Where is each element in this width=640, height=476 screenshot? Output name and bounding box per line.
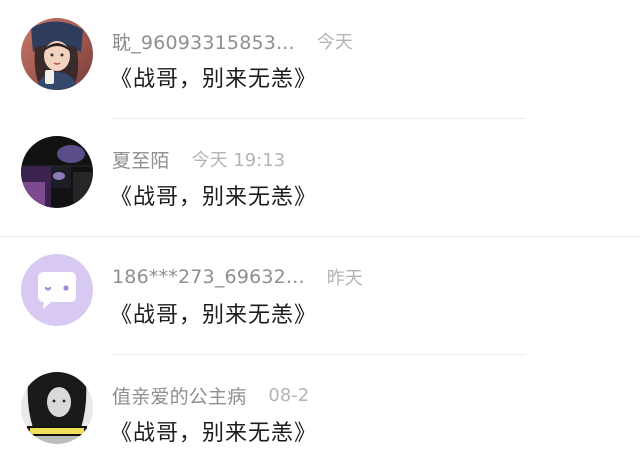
comment-text: 《战哥，别来无恙》 <box>110 421 318 446</box>
username[interactable]: 耽_96093315853... <box>112 28 295 55</box>
comment-text: 《战哥，别来无恙》 <box>110 185 318 210</box>
comment-meta: 耽_96093315853... 今天 <box>112 26 353 56</box>
comment-meta: 186***273_69632... 昨天 <box>112 262 363 292</box>
comment-meta: 值亲爱的公主病 08-2 <box>112 380 309 410</box>
avatar-monochrome-photo-icon <box>21 372 93 444</box>
timestamp: 今天 19:13 <box>191 150 286 171</box>
avatar-dark-photo-icon <box>21 136 93 208</box>
avatar[interactable] <box>21 136 93 208</box>
chat-bubble-icon <box>21 254 93 326</box>
comment-text: 《战哥，别来无恙》 <box>110 67 318 92</box>
timestamp: 昨天 <box>326 268 363 289</box>
comment-item[interactable]: 值亲爱的公主病 08-2 《战哥，别来无恙》 <box>0 358 640 476</box>
avatar[interactable] <box>21 254 93 326</box>
timestamp: 08-2 <box>268 384 310 406</box>
divider <box>0 236 640 237</box>
avatar[interactable] <box>21 372 93 444</box>
timestamp: 今天 <box>316 32 353 53</box>
avatar-girl-illustration-icon <box>21 18 93 90</box>
comment-item[interactable]: 夏至陌 今天 19:13 《战哥，别来无恙》 <box>0 122 640 240</box>
comment-text: 《战哥，别来无恙》 <box>110 303 318 328</box>
comment-feed: 耽_96093315853... 今天 《战哥，别来无恙》 夏至陌 今天 19:… <box>0 0 640 476</box>
comment-meta: 夏至陌 今天 19:13 <box>112 144 285 174</box>
divider <box>112 354 526 355</box>
username[interactable]: 186***273_69632... <box>112 266 305 288</box>
username[interactable]: 值亲爱的公主病 <box>112 382 246 409</box>
divider <box>112 118 526 119</box>
comment-item[interactable]: 186***273_69632... 昨天 《战哥，别来无恙》 <box>0 240 640 358</box>
avatar[interactable] <box>21 18 93 90</box>
comment-item[interactable]: 耽_96093315853... 今天 《战哥，别来无恙》 <box>0 4 640 122</box>
username[interactable]: 夏至陌 <box>112 146 170 173</box>
